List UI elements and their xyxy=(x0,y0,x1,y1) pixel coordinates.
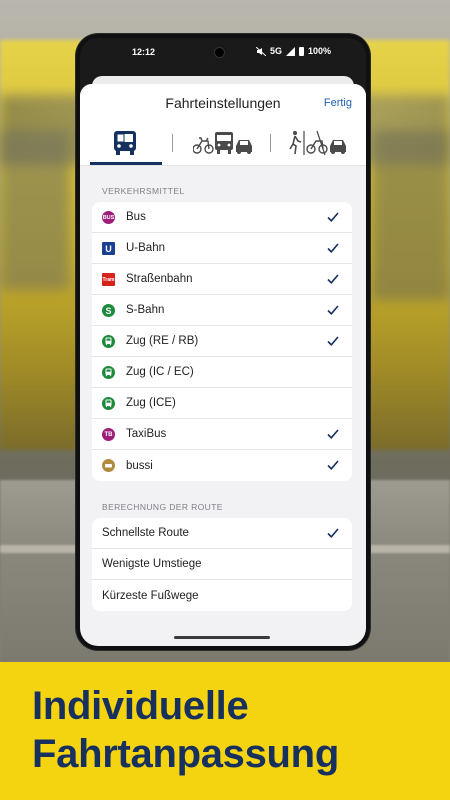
front-camera xyxy=(214,47,225,58)
list-item-label: Zug (RE / RB) xyxy=(126,335,199,347)
list-item-label: Bus xyxy=(126,211,146,223)
train-badge-icon xyxy=(102,335,115,348)
battery-icon xyxy=(299,46,305,56)
checkmark-icon xyxy=(327,243,339,253)
list-item-train-ic-ec[interactable]: Zug (IC / EC) xyxy=(92,357,352,388)
status-bar: 12:12 5G 100% xyxy=(80,38,366,68)
list-item-bus[interactable]: BUS Bus xyxy=(92,202,352,233)
list-item-train-re-rb[interactable]: Zug (RE / RB) xyxy=(92,326,352,357)
tab-bike-transit[interactable] xyxy=(182,120,266,166)
list-item-label: Zug (IC / EC) xyxy=(126,366,194,378)
checkmark-icon xyxy=(327,336,339,346)
bus-icon xyxy=(114,131,136,155)
sheet-header: Fahrteinstellungen Fertig xyxy=(80,84,366,120)
taxibus-badge-icon: TB xyxy=(102,428,115,441)
checkmark-icon xyxy=(327,460,339,470)
list-item-label: U-Bahn xyxy=(126,242,165,254)
list-item-label: Kürzeste Fußwege xyxy=(102,589,199,602)
list-item-sbahn[interactable]: S S-Bahn xyxy=(92,295,352,326)
list-item-label: Wenigste Umstiege xyxy=(102,558,202,570)
tab-walk-bike-car[interactable] xyxy=(278,120,362,166)
bussi-badge-icon xyxy=(102,459,115,472)
done-button[interactable]: Fertig xyxy=(324,97,352,109)
battery-level: 100% xyxy=(308,46,332,56)
active-tab-indicator xyxy=(90,162,162,165)
banner-headline-line-1: Individuelle xyxy=(32,684,249,728)
tab-separator xyxy=(172,134,173,152)
tram-window-left xyxy=(0,130,70,290)
list-item-fewest-transfers[interactable]: Wenigste Umstiege xyxy=(92,549,352,580)
section-label-route: BERECHNUNG DER ROUTE xyxy=(102,502,223,512)
transport-mode-list: BUS Bus U U-Bahn Tram Straßenbahn S S-Ba… xyxy=(92,202,352,481)
section-label-transport: VERKEHRSMITTEL xyxy=(102,186,185,196)
tab-bus[interactable] xyxy=(88,120,162,166)
status-indicators: 5G 100% xyxy=(256,46,331,56)
list-item-label: Straßenbahn xyxy=(126,273,193,285)
checkmark-icon xyxy=(327,305,339,315)
list-item-shortest-walks[interactable]: Kürzeste Fußwege xyxy=(92,580,352,611)
bike-bus-car-icon xyxy=(193,132,252,154)
checkmark-icon xyxy=(327,429,339,439)
tab-separator xyxy=(270,134,271,152)
train-badge-icon xyxy=(102,366,115,379)
list-item-taxibus[interactable]: TB TaxiBus xyxy=(92,419,352,450)
list-item-label: Schnellste Route xyxy=(102,527,189,539)
list-item-ubahn[interactable]: U U-Bahn xyxy=(92,233,352,264)
list-item-tram[interactable]: Tram Straßenbahn xyxy=(92,264,352,295)
train-badge-icon xyxy=(102,397,115,410)
ubahn-badge-icon: U xyxy=(102,242,115,255)
banner-headline-line-2: Fahrtanpassung xyxy=(32,732,339,776)
tram-badge-icon: Tram xyxy=(102,273,115,286)
sbahn-badge-icon: S xyxy=(102,304,115,317)
list-item-label: Zug (ICE) xyxy=(126,397,176,409)
phone-screen: 12:12 5G 100% Fahrteinstellungen Fertig xyxy=(80,38,366,646)
list-item-fastest-route[interactable]: Schnellste Route xyxy=(92,518,352,549)
network-type: 5G xyxy=(270,46,283,56)
promo-banner xyxy=(0,662,450,800)
bus-badge-icon: BUS xyxy=(102,211,115,224)
list-item-label: TaxiBus xyxy=(126,428,167,440)
signal-icon xyxy=(286,46,296,56)
list-item-label: S-Bahn xyxy=(126,304,165,316)
status-time: 12:12 xyxy=(132,47,156,57)
checkmark-icon xyxy=(327,274,339,284)
mode-tabs xyxy=(80,120,366,166)
tram-window-right xyxy=(372,130,450,300)
settings-sheet: Fahrteinstellungen Fertig VERKEHRSMITTEL… xyxy=(80,84,366,646)
walk-bike-car-icon xyxy=(289,130,346,156)
checkmark-icon xyxy=(327,528,339,538)
list-item-label: bussi xyxy=(126,459,153,472)
mute-icon xyxy=(256,46,266,56)
route-option-list: Schnellste Route Wenigste Umstiege Kürze… xyxy=(92,518,352,611)
list-item-bussi[interactable]: bussi xyxy=(92,450,352,481)
home-indicator[interactable] xyxy=(174,636,270,639)
checkmark-icon xyxy=(327,212,339,222)
list-item-train-ice[interactable]: Zug (ICE) xyxy=(92,388,352,419)
